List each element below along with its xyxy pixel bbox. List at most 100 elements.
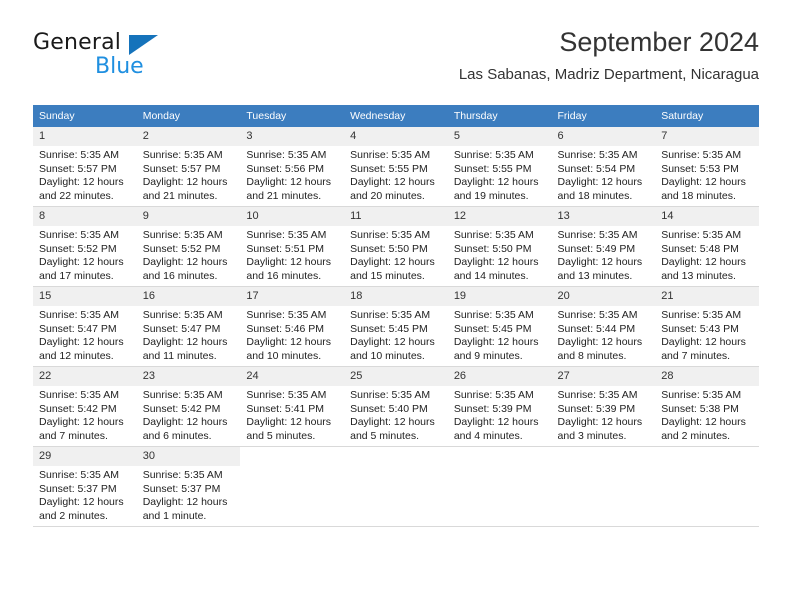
day-details: Sunrise: 5:35 AM Sunset: 5:48 PM Daylight:… — [655, 226, 759, 283]
day-cell[interactable]: 19 Sunrise: 5:35 AM Sunset: 5:45 PM Dayligh… — [447, 286, 552, 367]
sunrise-text: Sunrise: 5:35 AM — [453, 149, 534, 161]
daylight-text-line1: Daylight: 12 hours — [661, 176, 746, 189]
sunset-text: Sunset: 5:55 PM — [453, 162, 532, 175]
day-cell[interactable]: 16 Sunrise: 5:35 AM Sunset: 5:47 PM Dayligh… — [136, 286, 241, 367]
day-details: Sunrise: 5:35 AM Sunset: 5:55 PM Daylight:… — [344, 146, 448, 203]
title-block: September 2024 Las Sabanas, Madriz Depar… — [459, 26, 759, 85]
day-cell[interactable]: 3 Sunrise: 5:35 AM Sunset: 5:56 PM Daylight… — [240, 127, 345, 207]
day-cell[interactable]: 26 Sunrise: 5:35 AM Sunset: 5:39 PM Dayligh… — [447, 366, 552, 447]
day-cell[interactable]: 18 Sunrise: 5:35 AM Sunset: 5:45 PM Dayligh… — [344, 286, 448, 367]
day-cell[interactable]: 6 Sunrise: 5:35 AM Sunset: 5:54 PM Daylight… — [551, 127, 656, 207]
day-cell[interactable]: 13 Sunrise: 5:35 AM Sunset: 5:49 PM Dayligh… — [551, 206, 656, 287]
daylight-text-line2: and 10 minutes. — [246, 349, 322, 362]
day-cell[interactable]: 17 Sunrise: 5:35 AM Sunset: 5:46 PM Dayligh… — [240, 286, 345, 367]
day-cell[interactable]: 10 Sunrise: 5:35 AM Sunset: 5:51 PM Dayligh… — [240, 206, 345, 287]
day-cell[interactable]: 9 Sunrise: 5:35 AM Sunset: 5:52 PM Daylight… — [136, 206, 241, 287]
calendar-week-row: 22 Sunrise: 5:35 AM Sunset: 5:42 PM Dayligh… — [33, 366, 759, 447]
day-cell[interactable]: 15 Sunrise: 5:35 AM Sunset: 5:47 PM Dayligh… — [33, 286, 137, 367]
general-blue-logo[interactable]: General Blue — [33, 26, 253, 82]
sunset-text: Sunset: 5:55 PM — [350, 162, 428, 175]
day-details: Sunrise: 5:35 AM Sunset: 5:47 PM Daylight:… — [33, 306, 137, 363]
sunrise-text: Sunrise: 5:35 AM — [246, 309, 327, 321]
daylight-text-line2: and 18 minutes. — [661, 189, 736, 202]
day-cell[interactable]: 25 Sunrise: 5:35 AM Sunset: 5:40 PM Dayligh… — [344, 366, 448, 447]
day-cell[interactable]: 14 Sunrise: 5:35 AM Sunset: 5:48 PM Dayligh… — [655, 206, 759, 287]
daylight-text-line2: and 16 minutes. — [142, 269, 218, 282]
day-number: 18 — [344, 287, 448, 306]
logo-triangle-icon — [129, 35, 158, 55]
sunset-text: Sunset: 5:45 PM — [453, 322, 532, 335]
day-cell-empty — [344, 446, 448, 527]
day-number: 7 — [655, 127, 759, 146]
sunset-text: Sunset: 5:42 PM — [142, 402, 221, 415]
day-cell[interactable]: 24 Sunrise: 5:35 AM Sunset: 5:41 PM Dayligh… — [240, 366, 345, 447]
sunrise-text: Sunrise: 5:35 AM — [142, 149, 223, 161]
day-details: Sunrise: 5:35 AM Sunset: 5:37 PM Daylight:… — [137, 466, 241, 523]
calendar-week-row: 1 Sunrise: 5:35 AM Sunset: 5:57 PM Daylight… — [33, 127, 759, 207]
sunset-text: Sunset: 5:52 PM — [39, 242, 117, 255]
day-cell[interactable]: 29 Sunrise: 5:35 AM Sunset: 5:37 PM Dayligh… — [33, 446, 137, 527]
sunrise-text: Sunrise: 5:35 AM — [350, 149, 431, 161]
weekday-header-tuesday: Tuesday — [240, 105, 345, 127]
sunrise-text: Sunrise: 5:35 AM — [39, 469, 119, 481]
sunset-text: Sunset: 5:49 PM — [557, 242, 636, 255]
day-details: Sunrise: 5:35 AM Sunset: 5:45 PM Daylight:… — [448, 306, 552, 363]
day-number: 22 — [33, 367, 137, 386]
day-number: 9 — [136, 207, 241, 226]
daylight-text-line1: Daylight: 12 hours — [142, 496, 228, 509]
day-cell[interactable]: 11 Sunrise: 5:35 AM Sunset: 5:50 PM Dayligh… — [344, 206, 448, 287]
daylight-text-line2: and 19 minutes. — [453, 189, 529, 202]
daylight-text-line2: and 18 minutes. — [557, 189, 633, 202]
day-cell[interactable]: 21 Sunrise: 5:35 AM Sunset: 5:43 PM Dayligh… — [655, 286, 759, 367]
sunrise-text: Sunrise: 5:35 AM — [39, 149, 119, 161]
daylight-text-line1: Daylight: 12 hours — [246, 336, 332, 349]
daylight-text-line2: and 14 minutes. — [453, 269, 529, 282]
sunrise-text: Sunrise: 5:35 AM — [142, 229, 223, 241]
day-cell[interactable]: 23 Sunrise: 5:35 AM Sunset: 5:42 PM Dayligh… — [136, 366, 241, 447]
day-cell[interactable]: 12 Sunrise: 5:35 AM Sunset: 5:50 PM Dayligh… — [447, 206, 552, 287]
day-cell-empty — [240, 446, 345, 527]
daylight-text-line1: Daylight: 12 hours — [39, 176, 124, 189]
sunset-text: Sunset: 5:57 PM — [142, 162, 221, 175]
calendar-week-row: 15 Sunrise: 5:35 AM Sunset: 5:47 PM Dayligh… — [33, 286, 759, 367]
sunrise-text: Sunrise: 5:35 AM — [453, 389, 534, 401]
page-header: General Blue September 2024 Las Sabanas,… — [33, 26, 759, 96]
daylight-text-line1: Daylight: 12 hours — [246, 256, 332, 269]
day-details: Sunrise: 5:35 AM Sunset: 5:49 PM Daylight:… — [552, 226, 656, 283]
daylight-text-line1: Daylight: 12 hours — [350, 176, 435, 189]
sunrise-text: Sunrise: 5:35 AM — [142, 389, 223, 401]
day-cell[interactable]: 30 Sunrise: 5:35 AM Sunset: 5:37 PM Dayligh… — [136, 446, 241, 527]
sunset-text: Sunset: 5:39 PM — [557, 402, 636, 415]
calendar-week-row: 8 Sunrise: 5:35 AM Sunset: 5:52 PM Daylight… — [33, 206, 759, 287]
day-cell[interactable]: 7 Sunrise: 5:35 AM Sunset: 5:53 PM Daylight… — [655, 127, 759, 207]
day-cell[interactable]: 2 Sunrise: 5:35 AM Sunset: 5:57 PM Daylight… — [136, 127, 241, 207]
day-cell[interactable]: 27 Sunrise: 5:35 AM Sunset: 5:39 PM Dayligh… — [551, 366, 656, 447]
day-number: 5 — [447, 127, 552, 146]
day-cell[interactable]: 28 Sunrise: 5:35 AM Sunset: 5:38 PM Dayligh… — [655, 366, 759, 447]
day-number: 27 — [551, 367, 656, 386]
day-cell[interactable]: 1 Sunrise: 5:35 AM Sunset: 5:57 PM Daylight… — [33, 127, 137, 207]
daylight-text-line1: Daylight: 12 hours — [453, 176, 539, 189]
day-details: Sunrise: 5:35 AM Sunset: 5:50 PM Daylight:… — [344, 226, 448, 283]
day-details: Sunrise: 5:35 AM Sunset: 5:41 PM Daylight:… — [240, 386, 344, 443]
day-details: Sunrise: 5:35 AM Sunset: 5:50 PM Daylight:… — [448, 226, 552, 283]
day-cell[interactable]: 22 Sunrise: 5:35 AM Sunset: 5:42 PM Dayligh… — [33, 366, 137, 447]
day-number: 16 — [136, 287, 241, 306]
sunrise-text: Sunrise: 5:35 AM — [246, 229, 327, 241]
day-cell[interactable]: 4 Sunrise: 5:35 AM Sunset: 5:55 PM Daylight… — [344, 127, 448, 207]
daylight-text-line1: Daylight: 12 hours — [557, 256, 643, 269]
weekday-header-sunday: Sunday — [33, 105, 137, 127]
day-cell[interactable]: 8 Sunrise: 5:35 AM Sunset: 5:52 PM Daylight… — [33, 206, 137, 287]
daylight-text-line1: Daylight: 12 hours — [142, 336, 228, 349]
day-number: 26 — [447, 367, 552, 386]
day-cell[interactable]: 5 Sunrise: 5:35 AM Sunset: 5:55 PM Daylight… — [447, 127, 552, 207]
sunset-text: Sunset: 5:39 PM — [453, 402, 532, 415]
day-cell-empty — [655, 446, 759, 527]
sunset-text: Sunset: 5:43 PM — [661, 322, 739, 335]
day-number: 21 — [655, 287, 759, 306]
calendar-body: 1 Sunrise: 5:35 AM Sunset: 5:57 PM Daylight… — [33, 127, 759, 527]
day-cell[interactable]: 20 Sunrise: 5:35 AM Sunset: 5:44 PM Dayligh… — [551, 286, 656, 367]
sunrise-text: Sunrise: 5:35 AM — [39, 389, 119, 401]
sunset-text: Sunset: 5:47 PM — [39, 322, 117, 335]
sunrise-text: Sunrise: 5:35 AM — [246, 149, 327, 161]
